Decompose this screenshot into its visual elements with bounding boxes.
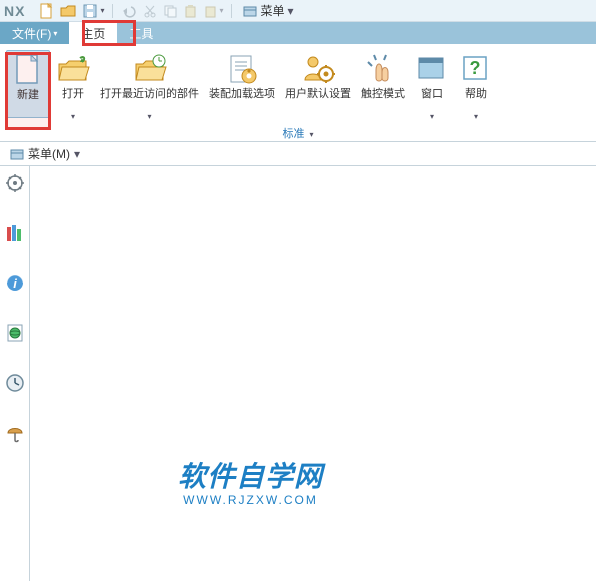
assembly-options-icon <box>225 52 259 86</box>
ribbon-recent-button[interactable]: 打开最近访问的部件 ▾ <box>96 50 203 123</box>
sidebar-info-icon[interactable]: i <box>4 272 26 294</box>
chevron-down-icon: ▾ <box>219 6 223 15</box>
qat-new-icon[interactable] <box>38 3 54 19</box>
chevron-down-icon: ▾ <box>53 29 57 38</box>
ribbon-open-label: 打开 <box>62 88 84 114</box>
ribbon-help-label: 帮助 <box>465 88 487 114</box>
ribbon-window-label: 窗口 <box>421 88 443 114</box>
qat-menu-label: 菜单 <box>260 2 284 19</box>
title-bar: NX ▾ ▾ 菜单 ▾ <box>0 0 596 22</box>
ribbon-group-label: 标准 ▾ <box>6 125 590 141</box>
touch-mode-icon <box>366 52 400 86</box>
new-file-icon <box>11 53 45 87</box>
separator <box>231 4 232 18</box>
sidebar-globe-icon[interactable] <box>4 322 26 344</box>
tab-tools[interactable]: 工具 <box>117 22 165 44</box>
menu-icon <box>243 4 257 18</box>
ribbon-userdef-label: 用户默认设置 <box>285 88 351 114</box>
watermark-title: 软件自学网 <box>178 455 323 495</box>
sidebar-umbrella-icon[interactable] <box>4 422 26 444</box>
qat-menu-button[interactable]: 菜单 ▾ <box>243 2 293 19</box>
chevron-down-icon: ▾ <box>71 112 75 121</box>
app-logo: NX <box>4 3 25 19</box>
user-defaults-icon <box>301 52 335 86</box>
menu-bar: 菜单(M) ▾ <box>0 142 596 166</box>
ribbon-window-button[interactable]: 窗口 ▾ <box>411 50 453 123</box>
sidebar-books-icon[interactable] <box>4 222 26 244</box>
sidebar-clock-icon[interactable] <box>4 372 26 394</box>
open-folder-icon <box>56 52 90 86</box>
chevron-down-icon: ▾ <box>430 112 434 121</box>
tab-file[interactable]: 文件(F) ▾ <box>0 22 69 44</box>
chevron-down-icon: ▾ <box>474 112 478 121</box>
tab-home[interactable]: 主页 <box>69 22 117 44</box>
help-icon: ? <box>459 52 493 86</box>
menu-icon <box>10 147 24 161</box>
ribbon-assembly-button[interactable]: 装配加载选项 <box>205 50 279 116</box>
chevron-down-icon: ▾ <box>147 112 151 121</box>
qat-copy-icon[interactable] <box>163 4 177 18</box>
ribbon-touch-button[interactable]: 触控模式 <box>357 50 409 116</box>
ribbon-help-button[interactable]: ? 帮助 ▾ <box>455 50 497 123</box>
qat-undo-icon[interactable] <box>121 3 137 19</box>
ribbon-open-button[interactable]: 打开 ▾ <box>52 50 94 123</box>
ribbon: 新建 打开 ▾ 打开最近访问的部件 ▾ 装配加载选项 用 <box>0 44 596 142</box>
qat-paste-dropdown-icon[interactable]: ▾ <box>203 4 223 18</box>
sidebar-settings-icon[interactable] <box>4 172 26 194</box>
left-sidebar: i <box>0 166 30 581</box>
recent-folder-icon <box>133 52 167 86</box>
separator <box>112 4 113 18</box>
qat-cut-icon[interactable] <box>143 4 157 18</box>
watermark: 软件自学网 WWW.RJZXW.COM <box>178 455 323 507</box>
ribbon-userdef-button[interactable]: 用户默认设置 <box>281 50 355 116</box>
ribbon-touch-label: 触控模式 <box>361 88 405 114</box>
ribbon-recent-label: 打开最近访问的部件 <box>100 88 199 114</box>
chevron-down-icon: ▾ <box>288 4 294 18</box>
menu-label: 菜单(M) <box>28 145 70 162</box>
ribbon-tabstrip: 文件(F) ▾ 主页 工具 <box>0 22 596 44</box>
ribbon-new-button[interactable]: 新建 <box>6 50 50 118</box>
chevron-down-icon: ▾ <box>310 130 314 139</box>
svg-text:i: i <box>13 276 17 291</box>
tab-tools-label: 工具 <box>129 25 153 42</box>
ribbon-new-label: 新建 <box>17 89 39 115</box>
chevron-down-icon: ▾ <box>100 6 104 15</box>
tab-home-label: 主页 <box>81 25 105 42</box>
window-icon <box>415 52 449 86</box>
qat-open-icon[interactable] <box>60 3 76 19</box>
qat-paste-icon[interactable] <box>183 4 197 18</box>
svg-text:?: ? <box>470 58 481 78</box>
watermark-url: WWW.RJZXW.COM <box>178 493 323 507</box>
qat-save-icon[interactable]: ▾ <box>82 3 104 19</box>
ribbon-assembly-label: 装配加载选项 <box>209 88 275 114</box>
tab-file-label: 文件(F) <box>12 25 51 42</box>
main-area: i 软件自学网 WWW.RJZXW.COM <box>0 166 596 581</box>
content-area: 软件自学网 WWW.RJZXW.COM <box>30 166 596 581</box>
menu-button[interactable]: 菜单(M) ▾ <box>4 143 86 164</box>
chevron-down-icon: ▾ <box>74 147 80 161</box>
